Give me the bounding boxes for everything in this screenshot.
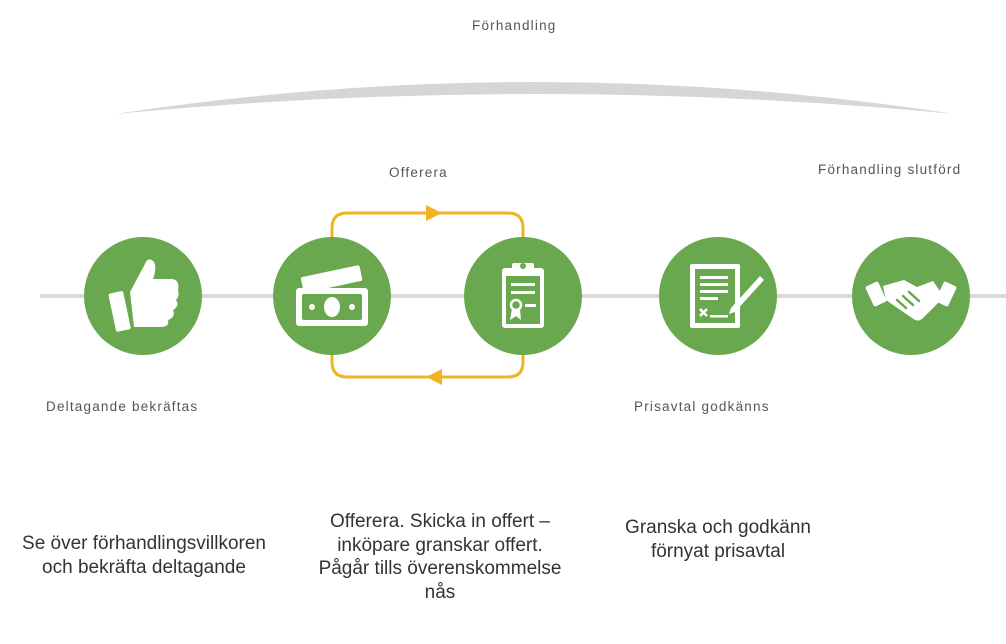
process-diagram: Förhandling Offerera Deltagande bekräfta… — [0, 0, 1006, 644]
certificate-clipboard-icon — [502, 263, 544, 328]
step-handshake — [852, 237, 970, 355]
step-certificate — [464, 237, 582, 355]
step-label-price-agreement: Prisavtal godkänns — [634, 399, 770, 414]
step-price-agreement — [659, 237, 777, 355]
offer-loop-label: Offerera — [389, 165, 448, 180]
description-offer: Offerera. Skicka in offert – inköpare gr… — [318, 511, 562, 603]
step-confirm-participation — [84, 237, 202, 355]
offer-loop-top-arrow-icon — [426, 205, 442, 221]
step-label-negotiation-complete: Förhandling slutförd — [818, 162, 962, 177]
description-price-agreement: Granska och godkänn förnyat prisavtal — [625, 517, 811, 562]
negotiation-label: Förhandling — [472, 18, 557, 33]
step-label-confirm-participation: Deltagande bekräftas — [46, 399, 199, 414]
step-money — [273, 237, 391, 355]
offer-loop-bottom — [330, 345, 525, 379]
negotiation-arc — [115, 82, 955, 114]
offer-loop-bottom-arrow-icon — [426, 369, 442, 385]
description-confirm-participation: Se över förhandlingsvillkoren och bekräf… — [22, 533, 266, 578]
